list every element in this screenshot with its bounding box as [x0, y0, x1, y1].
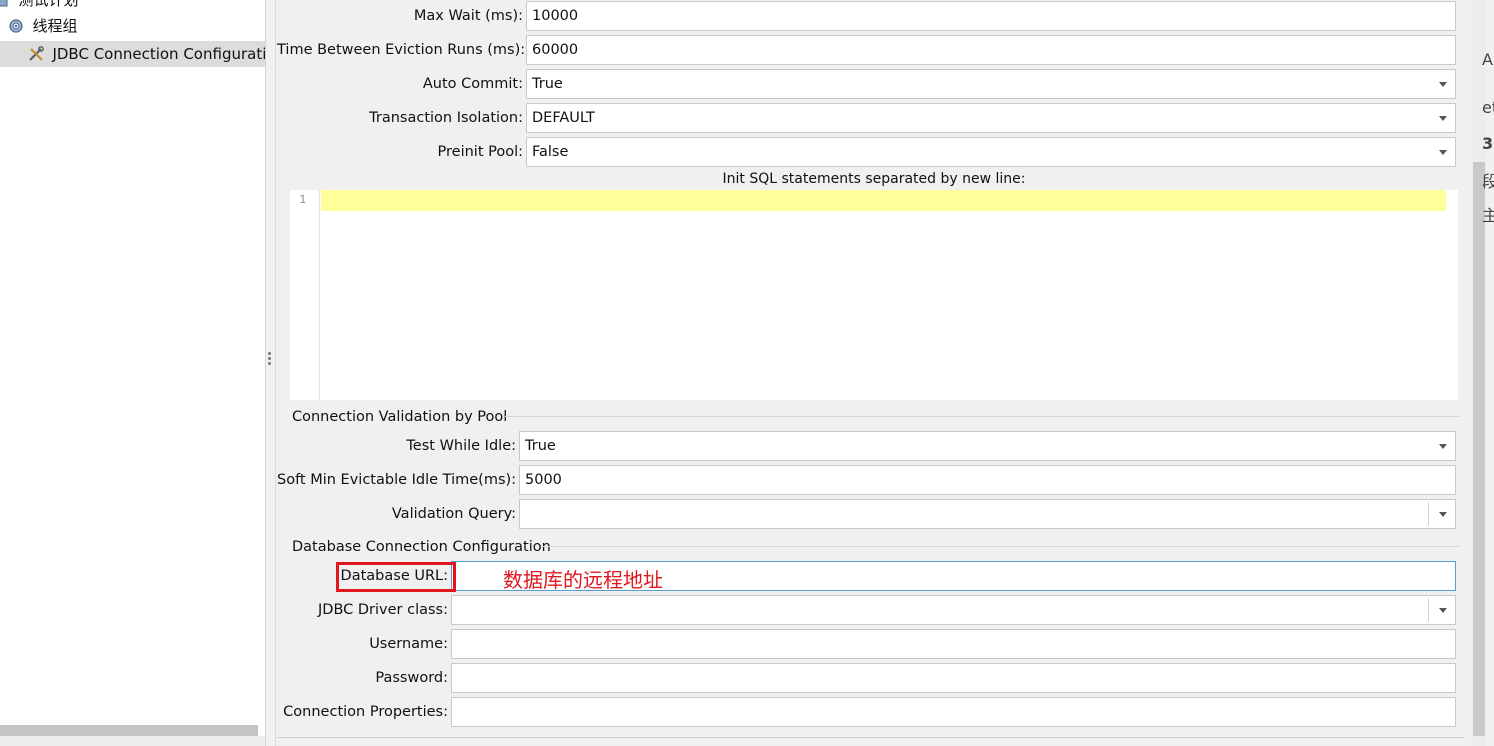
pane-splitter[interactable] — [266, 0, 276, 746]
adjacent-panel-sliver: A et 30 段 主 — [1480, 0, 1494, 746]
test-plan-icon — [0, 0, 8, 7]
transaction-isolation-row: Transaction Isolation: DEFAULT — [277, 103, 1465, 133]
tree-item-jdbc-config[interactable]: JDBC Connection Configuration — [0, 41, 266, 67]
jdbc-config-form: Max Wait (ms): 10000 Time Between Evicti… — [277, 0, 1465, 738]
chevron-down-icon[interactable] — [1439, 150, 1447, 155]
test-while-idle-label: Test While Idle: — [406, 438, 516, 454]
tree-item-label: JDBC Connection Configuration — [52, 45, 266, 63]
validation-query-label: Validation Query: — [391, 506, 516, 522]
transaction-isolation-value: DEFAULT — [532, 110, 595, 126]
tree-item-label: 线程组 — [32, 17, 78, 35]
chevron-down-icon[interactable] — [1439, 116, 1447, 121]
sliver-text: 段 — [1482, 172, 1494, 191]
username-input[interactable] — [451, 629, 1456, 659]
auto-commit-select[interactable]: True — [526, 69, 1456, 99]
chevron-down-icon[interactable] — [1439, 608, 1447, 613]
sliver-text: A — [1482, 50, 1493, 69]
eviction-runs-input[interactable]: 60000 — [526, 35, 1456, 65]
eviction-runs-row: Time Between Eviction Runs (ms): 60000 — [277, 35, 1465, 65]
soft-min-idle-label: Soft Min Evictable Idle Time(ms): — [277, 472, 517, 488]
tree-item-test-plan[interactable]: 测试计划 — [0, 0, 265, 13]
tree-item-thread-group[interactable]: 线程组 — [0, 13, 265, 39]
preinit-pool-row: Preinit Pool: False — [277, 137, 1465, 167]
wrench-screwdriver-icon — [29, 46, 44, 61]
chevron-down-icon[interactable] — [1439, 82, 1447, 87]
password-label: Password: — [375, 670, 448, 686]
auto-commit-label: Auto Commit: — [422, 76, 523, 92]
jdbc-driver-label: JDBC Driver class: — [318, 602, 448, 618]
test-while-idle-select[interactable]: True — [519, 431, 1456, 461]
test-while-idle-row: Test While Idle: True — [277, 431, 1465, 461]
line-number-gutter: 1 — [290, 190, 320, 400]
tree-item-label: 测试计划 — [18, 0, 79, 9]
max-wait-input[interactable]: 10000 — [526, 1, 1456, 31]
combo-separator — [1428, 598, 1429, 622]
init-sql-editor[interactable]: 1 — [290, 190, 1458, 400]
transaction-isolation-select[interactable]: DEFAULT — [526, 103, 1456, 133]
preinit-pool-label: Preinit Pool: — [437, 144, 523, 160]
combo-separator — [1428, 502, 1429, 526]
max-wait-label: Max Wait (ms): — [413, 8, 523, 24]
database-section-title: Database Connection Configuration — [292, 539, 551, 555]
validation-section-divider — [505, 416, 1460, 417]
line-number: 1 — [299, 193, 306, 206]
soft-min-idle-row: Soft Min Evictable Idle Time(ms): 5000 — [277, 465, 1465, 495]
eviction-runs-label: Time Between Eviction Runs (ms): — [277, 42, 526, 58]
preinit-pool-select[interactable]: False — [526, 137, 1456, 167]
database-url-highlight-box — [336, 562, 456, 592]
current-line-highlight — [321, 190, 1446, 211]
validation-query-row: Validation Query: — [277, 499, 1465, 529]
jdbc-driver-row: JDBC Driver class: — [277, 595, 1465, 625]
preinit-pool-value: False — [532, 144, 569, 160]
soft-min-idle-input[interactable]: 5000 — [519, 465, 1456, 495]
test-while-idle-value: True — [525, 438, 556, 454]
chevron-down-icon[interactable] — [1439, 512, 1447, 517]
validation-section-title: Connection Validation by Pool — [292, 409, 508, 425]
database-section-divider — [543, 546, 1460, 547]
max-wait-row: Max Wait (ms): 10000 — [277, 1, 1465, 31]
connection-properties-row: Connection Properties: — [277, 697, 1465, 727]
gear-icon — [9, 19, 23, 33]
auto-commit-row: Auto Commit: True — [277, 69, 1465, 99]
init-sql-caption: Init SQL statements separated by new lin… — [722, 171, 1026, 187]
chevron-down-icon[interactable] — [1439, 444, 1447, 449]
validation-query-combo[interactable] — [519, 499, 1456, 529]
database-url-annotation: 数据库的远程地址 — [503, 568, 663, 592]
connection-properties-label: Connection Properties: — [283, 704, 448, 720]
username-row: Username: — [277, 629, 1465, 659]
transaction-isolation-label: Transaction Isolation: — [369, 110, 523, 126]
auto-commit-value: True — [532, 76, 563, 92]
username-label: Username: — [369, 636, 448, 652]
tree-footer — [0, 736, 265, 746]
sliver-text: 30 — [1482, 134, 1494, 153]
connection-properties-input[interactable] — [451, 697, 1456, 727]
test-plan-tree: 测试计划 线程组 JDBC Connection Configuration — [0, 0, 266, 746]
password-input[interactable] — [451, 663, 1456, 693]
sliver-text: 主 — [1482, 206, 1494, 225]
splitter-grip-icon — [268, 352, 272, 366]
sliver-text: et — [1482, 98, 1494, 117]
tree-horizontal-scrollbar[interactable] — [0, 725, 258, 736]
password-row: Password: — [277, 663, 1465, 693]
jdbc-driver-combo[interactable] — [451, 595, 1456, 625]
